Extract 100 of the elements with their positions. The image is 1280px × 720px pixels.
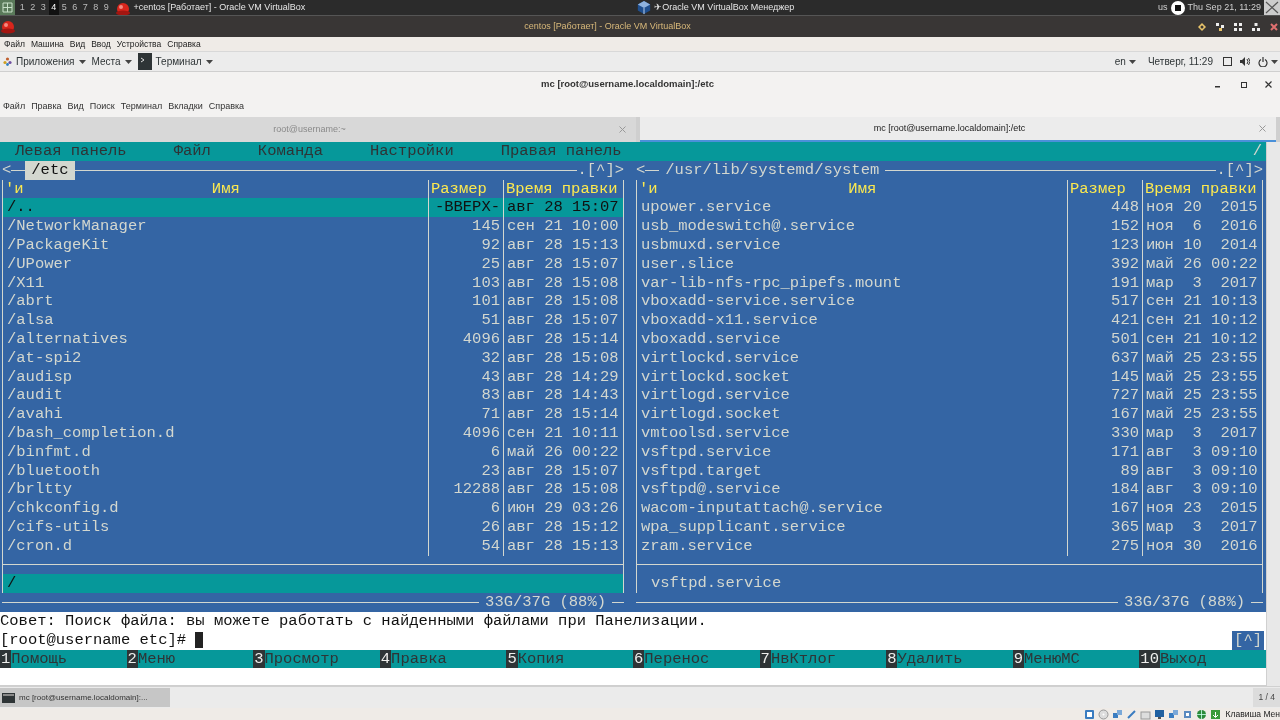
terminal-tab[interactable]: mc [root@username.localdomain]:/etc	[640, 117, 1276, 142]
menu-item[interactable]: Вид	[66, 37, 89, 51]
workspace-button[interactable]: 8	[90, 0, 101, 15]
sort-marker[interactable]: 'и	[5, 179, 24, 199]
close-icon[interactable]	[1265, 81, 1272, 88]
file-row[interactable]: virtlockd.service 637 май 25 23:55	[637, 348, 1262, 368]
stop-icon[interactable]	[1170, 0, 1185, 15]
menu-item[interactable]: Команда	[257, 142, 323, 161]
file-row[interactable]: wacom-inputattach@.service 167 ноя 23 2015	[637, 499, 1262, 518]
file-row[interactable]: /.. -ВВЕРХ- авг 28 15:07	[3, 198, 623, 218]
function-key[interactable]: 9МенюМС	[1012, 649, 1140, 669]
back-arrow[interactable]: <	[636, 160, 646, 180]
menu-item[interactable]: Терминал	[117, 100, 166, 114]
file-row[interactable]: /abrt 101 авг 28 15:08	[3, 292, 623, 312]
file-row[interactable]: /alsa 51 авг 28 15:07	[3, 311, 623, 330]
panel-menu[interactable]: Приложения	[0, 51, 89, 72]
panel-corner-controls[interactable]: .[^]>	[1216, 160, 1263, 180]
file-row[interactable]: vsftpd@.service 184 авг 3 09:10	[637, 480, 1262, 500]
minimize-icon[interactable]	[1234, 22, 1242, 31]
file-row[interactable]: /brltty 12288 авг 28 15:08	[3, 480, 623, 500]
file-row[interactable]: /at-spi2 32 авг 28 15:08	[3, 348, 623, 368]
keyboard-layout[interactable]: us	[1158, 0, 1168, 15]
terminal-tab[interactable]: root@username:~	[0, 117, 636, 142]
file-row[interactable]: virtlogd.socket 167 май 25 23:55	[637, 405, 1262, 424]
function-key[interactable]: 8Удалить	[886, 649, 1013, 669]
menu-item[interactable]: Настройки	[369, 142, 454, 161]
file-row[interactable]: /avahi 71 авг 28 15:14	[3, 405, 623, 424]
file-row[interactable]: vmtoolsd.service 330 мар 3 2017	[637, 423, 1262, 443]
function-key[interactable]: 1Помощь	[0, 649, 127, 669]
panel-menu[interactable]: Терминал	[134, 51, 216, 72]
workspace-button[interactable]: 6	[69, 0, 80, 15]
file-row[interactable]: upower.service 448 ноя 20 2015	[637, 198, 1262, 218]
file-row[interactable]: /binfmt.d 6 май 26 00:22	[3, 442, 623, 462]
function-key[interactable]: 4Правка	[379, 649, 507, 669]
function-key[interactable]: 3Просмотр	[253, 649, 380, 669]
shade-icon[interactable]	[1216, 22, 1224, 31]
back-arrow[interactable]: <	[2, 160, 12, 180]
clock[interactable]: Thu Sep 21, 11:29	[1187, 0, 1261, 15]
column-header[interactable]: Время правки	[1142, 179, 1262, 199]
file-row[interactable]: /chkconfig.d 6 июн 29 03:26	[3, 499, 623, 518]
taskbar-item[interactable]: +centos [Работает] - Oracle VM VirtualBox	[133, 0, 306, 15]
column-header[interactable]: Имя	[211, 179, 240, 199]
scrollbar[interactable]	[1266, 142, 1280, 686]
menu-item[interactable]: Вкладки	[165, 100, 206, 114]
file-row[interactable]: /alternatives 4096 авг 28 15:14	[3, 329, 623, 349]
function-key[interactable]: 6Перенос	[632, 649, 760, 669]
speaker-icon[interactable]	[1240, 57, 1250, 66]
workspace-button[interactable]: 4	[48, 0, 59, 15]
workspace-button[interactable]: 9	[101, 0, 112, 15]
caret-icon[interactable]	[1271, 59, 1278, 64]
file-row[interactable]: /UPower 25 авг 28 15:07	[3, 254, 623, 274]
file-row[interactable]: /bluetooth 23 авг 28 15:07	[3, 461, 623, 481]
file-row[interactable]: var-lib-nfs-rpc_pipefs.mount 191 мар 3 2017	[637, 273, 1262, 293]
maximize-icon[interactable]	[1252, 22, 1260, 31]
panel-menu[interactable]: Места	[88, 51, 135, 72]
file-row[interactable]: /X11 103 авг 28 15:08	[3, 273, 623, 293]
workspace-button[interactable]: 3	[38, 0, 49, 15]
menu-item[interactable]: Устройства	[113, 37, 165, 51]
file-row[interactable]: vboxadd-x11.service 421 сен 21 10:12	[637, 311, 1262, 330]
column-header[interactable]: Размер	[1067, 179, 1142, 199]
file-row[interactable]: zram.service 275 ноя 30 2016	[637, 536, 1262, 556]
file-row[interactable]: usb_modeswitch@.service 152 ноя 6 2016	[637, 217, 1262, 236]
scroll-marker[interactable]: [^]	[1232, 630, 1264, 650]
menu-item[interactable]: Правка	[28, 100, 65, 114]
function-key[interactable]: 5Копия	[506, 649, 633, 669]
taskbar-item[interactable]: ✈Oracle VM VirtualBox Менеджер	[654, 0, 795, 15]
menu-item[interactable]: Файл	[0, 100, 29, 114]
file-row[interactable]: /cifs-utils 26 авг 28 15:12	[3, 517, 623, 537]
function-key[interactable]: 2Меню	[126, 649, 254, 669]
panel-corner-controls[interactable]: .[^]>	[577, 160, 624, 180]
sticky-icon[interactable]	[1198, 22, 1206, 31]
power-icon[interactable]	[1258, 56, 1268, 67]
file-row[interactable]: virtlockd.socket 145 май 25 23:55	[637, 367, 1262, 387]
menu-item[interactable]: Справка	[164, 37, 204, 51]
menu-item[interactable]: Правая панель	[500, 142, 622, 161]
file-row[interactable]: /bash_completion.d 4096 сен 21 10:11	[3, 423, 623, 443]
file-row[interactable]: vsftpd.service 171 авг 3 09:10	[637, 442, 1262, 462]
function-key[interactable]: 10Выход	[1139, 649, 1266, 669]
menu-item[interactable]: Машина	[27, 37, 67, 51]
menu-item[interactable]: Ввод	[88, 37, 114, 51]
workspace-button[interactable]: 2	[27, 0, 38, 15]
file-row[interactable]: vboxadd.service 501 сен 21 10:12	[637, 329, 1262, 349]
file-row[interactable]: /cron.d 54 авг 28 15:13	[3, 536, 623, 556]
file-row[interactable]: /audit 83 авг 28 14:43	[3, 386, 623, 406]
app-grid-icon[interactable]	[0, 0, 15, 15]
file-row[interactable]: usbmuxd.service 123 июн 10 2014	[637, 236, 1262, 255]
clock[interactable]: Четверг, 11:29	[1147, 54, 1213, 69]
workspace-button[interactable]: 1	[17, 0, 28, 15]
menu-item[interactable]: Файл	[1, 37, 28, 51]
file-row[interactable]: virtlogd.service 727 май 25 23:55	[637, 386, 1262, 406]
maximize-icon[interactable]	[1241, 81, 1247, 88]
menu-item[interactable]: Вид	[64, 100, 87, 114]
window-icon[interactable]	[1223, 57, 1232, 66]
file-row[interactable]: /NetworkManager 145 сен 21 10:00	[3, 217, 623, 236]
file-row[interactable]: vsftpd.target 89 авг 3 09:10	[637, 461, 1262, 481]
menu-item[interactable]: Поиск	[86, 100, 118, 114]
menu-item[interactable]: Справка	[205, 100, 248, 114]
workspace-button[interactable]: 7	[80, 0, 91, 15]
file-row[interactable]: /audisp 43 авг 28 14:29	[3, 367, 623, 387]
language-menu[interactable]: en	[1114, 54, 1136, 69]
